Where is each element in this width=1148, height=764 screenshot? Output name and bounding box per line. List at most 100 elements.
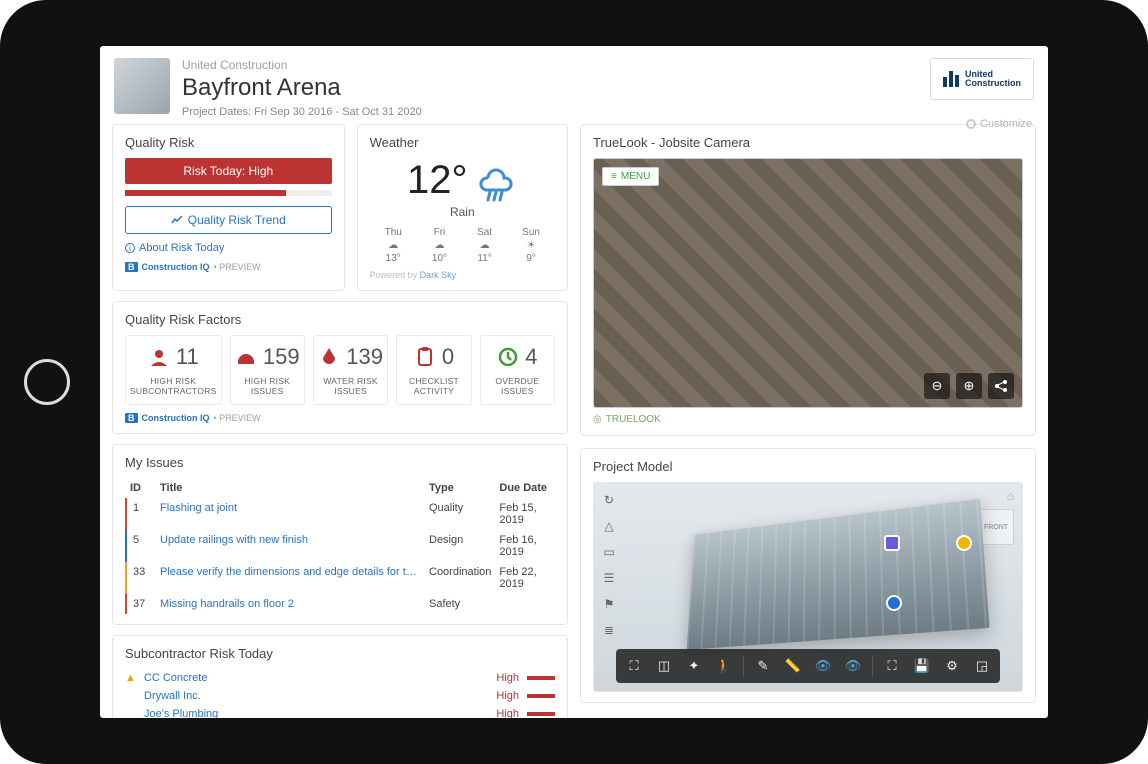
card-title: TrueLook - Jobsite Camera — [593, 135, 1023, 150]
camera-menu-button[interactable]: ≡ MENU — [602, 167, 659, 186]
model-viewport[interactable]: ↻ △ ▭ ☰ ⚑ ≣ ⌂ FRONT — [593, 482, 1023, 692]
risk-bar — [527, 712, 555, 716]
measure-origin-button[interactable]: ✦ — [680, 653, 708, 679]
model-marker-yellow[interactable] — [956, 535, 972, 551]
weather-temp: 12° — [407, 158, 468, 203]
company-name: United Construction — [182, 58, 918, 72]
company-logo: UnitedConstruction — [930, 58, 1034, 100]
rain-icon — [474, 158, 518, 202]
risk-bar — [527, 694, 555, 698]
card-title: Subcontractor Risk Today — [125, 646, 555, 661]
split-view-button[interactable]: ◫ — [650, 653, 678, 679]
quality-risk-card: Quality Risk Risk Today: High Quality Ri… — [112, 124, 345, 291]
risk-bar-fill — [125, 190, 286, 196]
col-id[interactable]: ID — [126, 478, 156, 498]
triangle-tool[interactable]: △ — [600, 517, 618, 535]
edit-button[interactable]: ✎ — [749, 653, 777, 679]
building-model — [687, 499, 990, 650]
truelook-icon: ◎ — [593, 414, 602, 425]
card-title: My Issues — [125, 455, 555, 470]
my-issues-card: My Issues ID Title Type Due Date 1Flashi… — [112, 444, 568, 625]
forecast-day: Sat☁11° — [477, 227, 492, 264]
col-type[interactable]: Type — [425, 478, 495, 498]
construction-iq-badge: B Construction IQ • PREVIEW — [125, 262, 332, 272]
subcontractor-row[interactable]: Drywall Inc.High — [125, 687, 555, 705]
project-title: Bayfront Arena — [182, 74, 918, 102]
settings-button[interactable]: ⚙ — [938, 653, 966, 679]
home-button[interactable] — [24, 359, 70, 405]
issue-row[interactable]: 1Flashing at jointQualityFeb 15, 2019 — [126, 498, 554, 530]
truelook-logo: ◎ TRUELOOK — [593, 414, 1023, 425]
risk-factor-high-subcontractors[interactable]: 11 HIGH RISK SUBCONTRACTORS — [125, 335, 222, 405]
customize-button[interactable]: Customize — [966, 118, 1032, 130]
forecast-row: Thu☁13° Fri☁10° Sat☁11° Sun☀9° — [370, 227, 555, 264]
water-drop-icon — [318, 346, 340, 368]
info-icon: i — [125, 243, 135, 253]
col-title[interactable]: Title — [156, 478, 425, 498]
share-button[interactable] — [988, 373, 1014, 399]
hierarchy-button[interactable]: ⛶ — [878, 653, 906, 679]
forecast-day: Sun☀9° — [522, 227, 540, 264]
issue-row[interactable]: 5Update railings with new finishDesignFe… — [126, 530, 554, 562]
overdue-icon — [497, 346, 519, 368]
quality-risk-factors-card: Quality Risk Factors 11 HIGH RISK SUBCON… — [112, 301, 568, 434]
quality-risk-trend-button[interactable]: Quality Risk Trend — [125, 206, 332, 234]
model-marker-blue[interactable] — [886, 595, 902, 611]
risk-factor-water-issues[interactable]: 139 WATER RISK ISSUES — [313, 335, 388, 405]
issue-row[interactable]: 37Missing handrails on floor 2Safety — [126, 594, 554, 614]
hardhat-icon — [235, 346, 257, 368]
view-cube[interactable]: FRONT — [978, 509, 1014, 545]
minimize-button[interactable]: ◲ — [968, 653, 996, 679]
orbit-tool[interactable]: ↻ — [600, 491, 618, 509]
header: United Construction Bayfront Arena Proje… — [100, 46, 1048, 124]
walk-button[interactable]: 🚶 — [710, 653, 738, 679]
risk-factor-high-issues[interactable]: 159 HIGH RISK ISSUES — [230, 335, 305, 405]
risk-bar — [125, 190, 332, 196]
forecast-day: Fri☁10° — [432, 227, 447, 264]
fullscreen-button[interactable]: ⛶ — [620, 653, 648, 679]
forecast-day: Thu☁13° — [385, 227, 402, 264]
card-title: Project Model — [593, 459, 1023, 474]
home-view-button[interactable]: ⌂ — [1007, 489, 1014, 503]
zoom-out-button[interactable]: ⊖ — [924, 373, 950, 399]
screen: United Construction Bayfront Arena Proje… — [100, 46, 1048, 718]
trend-icon — [171, 215, 183, 225]
darksky-link[interactable]: Dark Sky — [420, 270, 457, 280]
share-icon — [994, 379, 1008, 393]
weather-condition: Rain — [370, 205, 555, 219]
clipboard-icon — [414, 346, 436, 368]
visibility-on-button[interactable]: 👁 — [809, 653, 837, 679]
model-toolbar: ⛶ ◫ ✦ 🚶 ✎ 📏 👁 👁 ⛶ — [616, 649, 1000, 683]
sheet-tool[interactable]: ☰ — [600, 569, 618, 587]
project-dates: Project Dates: Fri Sep 30 2016 - Sat Oct… — [182, 106, 918, 118]
project-thumbnail — [114, 58, 170, 114]
save-view-button[interactable]: 💾 — [908, 653, 936, 679]
hardhat-person-icon — [148, 346, 170, 368]
risk-today-banner: Risk Today: High — [125, 158, 332, 184]
subcontractor-row[interactable]: ▲CC ConcreteHigh — [125, 669, 555, 687]
warning-icon: ▲ — [125, 672, 136, 684]
subcontractor-row[interactable]: Joe's PlumbingHigh — [125, 705, 555, 718]
zoom-in-button[interactable]: ⊕ — [956, 373, 982, 399]
layers-tool[interactable]: ≣ — [600, 621, 618, 639]
card-title: Quality Risk — [125, 135, 332, 150]
risk-factor-overdue[interactable]: 4 OVERDUE ISSUES — [480, 335, 555, 405]
weather-card: Weather 12° Rain — [357, 124, 568, 291]
tablet-frame: United Construction Bayfront Arena Proje… — [0, 0, 1148, 764]
subcontractor-risk-card: Subcontractor Risk Today ▲CC ConcreteHig… — [112, 635, 568, 718]
card-title: Weather — [370, 135, 555, 150]
model-marker-purple[interactable] — [884, 535, 900, 551]
col-due[interactable]: Due Date — [495, 478, 554, 498]
project-model-card: Project Model ↻ △ ▭ ☰ ⚑ ≣ ⌂ FRONT — [580, 448, 1036, 703]
pin-tool[interactable]: ⚑ — [600, 595, 618, 613]
risk-factor-checklist[interactable]: 0 CHECKLIST ACTIVITY — [396, 335, 471, 405]
camera-viewport[interactable]: ≡ MENU ⊖ ⊕ — [593, 158, 1023, 408]
frame-tool[interactable]: ▭ — [600, 543, 618, 561]
risk-bar — [527, 676, 555, 680]
gear-icon — [966, 119, 976, 129]
visibility-off-button[interactable]: 👁 — [839, 653, 867, 679]
about-risk-today-link[interactable]: i About Risk Today — [125, 242, 332, 254]
logo-mark-icon — [943, 71, 959, 87]
ruler-button[interactable]: 📏 — [779, 653, 807, 679]
issue-row[interactable]: 33Please verify the dimensions and edge … — [126, 562, 554, 594]
